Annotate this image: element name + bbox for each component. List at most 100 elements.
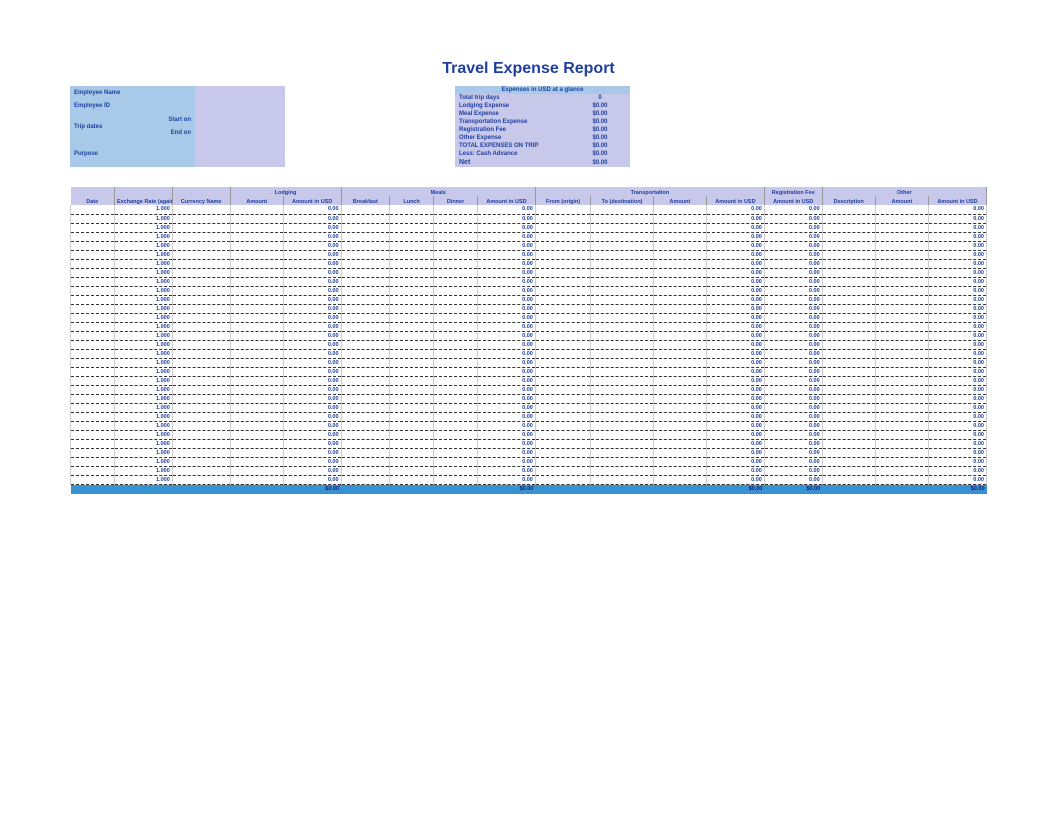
- lunch-cell[interactable]: [390, 394, 434, 403]
- to-cell[interactable]: [591, 457, 653, 466]
- description-cell[interactable]: [822, 250, 875, 259]
- from-cell[interactable]: [535, 250, 591, 259]
- trans-amount-cell[interactable]: [653, 286, 706, 295]
- exchange-rate-cell[interactable]: 1.000: [114, 322, 172, 331]
- description-cell[interactable]: [822, 466, 875, 475]
- from-cell[interactable]: [535, 259, 591, 268]
- lunch-cell[interactable]: [390, 232, 434, 241]
- trans-amount-cell[interactable]: [653, 295, 706, 304]
- to-cell[interactable]: [591, 286, 653, 295]
- to-cell[interactable]: [591, 313, 653, 322]
- other-amount-cell[interactable]: [875, 331, 928, 340]
- to-cell[interactable]: [591, 439, 653, 448]
- to-cell[interactable]: [591, 394, 653, 403]
- lodging-amount-cell[interactable]: [230, 385, 283, 394]
- exchange-rate-cell[interactable]: 1.000: [114, 259, 172, 268]
- dinner-cell[interactable]: [434, 268, 478, 277]
- to-cell[interactable]: [591, 277, 653, 286]
- exchange-rate-cell[interactable]: 1.000: [114, 430, 172, 439]
- lodging-amount-cell[interactable]: [230, 358, 283, 367]
- other-amount-cell[interactable]: [875, 349, 928, 358]
- from-cell[interactable]: [535, 340, 591, 349]
- lodging-amount-cell[interactable]: [230, 340, 283, 349]
- date-cell[interactable]: [71, 205, 115, 214]
- breakfast-cell[interactable]: [341, 466, 390, 475]
- lunch-cell[interactable]: [390, 475, 434, 484]
- date-cell[interactable]: [71, 313, 115, 322]
- trans-amount-cell[interactable]: [653, 403, 706, 412]
- description-cell[interactable]: [822, 214, 875, 223]
- dinner-cell[interactable]: [434, 304, 478, 313]
- description-cell[interactable]: [822, 403, 875, 412]
- other-amount-cell[interactable]: [875, 358, 928, 367]
- dinner-cell[interactable]: [434, 394, 478, 403]
- breakfast-cell[interactable]: [341, 385, 390, 394]
- dinner-cell[interactable]: [434, 448, 478, 457]
- currency-cell[interactable]: [172, 340, 230, 349]
- trans-amount-cell[interactable]: [653, 385, 706, 394]
- currency-cell[interactable]: [172, 313, 230, 322]
- description-cell[interactable]: [822, 205, 875, 214]
- dinner-cell[interactable]: [434, 205, 478, 214]
- date-cell[interactable]: [71, 304, 115, 313]
- to-cell[interactable]: [591, 412, 653, 421]
- exchange-rate-cell[interactable]: 1.000: [114, 223, 172, 232]
- lunch-cell[interactable]: [390, 376, 434, 385]
- to-cell[interactable]: [591, 322, 653, 331]
- to-cell[interactable]: [591, 268, 653, 277]
- from-cell[interactable]: [535, 412, 591, 421]
- currency-cell[interactable]: [172, 394, 230, 403]
- date-cell[interactable]: [71, 430, 115, 439]
- dinner-cell[interactable]: [434, 295, 478, 304]
- currency-cell[interactable]: [172, 250, 230, 259]
- currency-cell[interactable]: [172, 367, 230, 376]
- exchange-rate-cell[interactable]: 1.000: [114, 385, 172, 394]
- exchange-rate-cell[interactable]: 1.000: [114, 376, 172, 385]
- other-amount-cell[interactable]: [875, 385, 928, 394]
- lodging-amount-cell[interactable]: [230, 241, 283, 250]
- from-cell[interactable]: [535, 214, 591, 223]
- description-cell[interactable]: [822, 457, 875, 466]
- currency-cell[interactable]: [172, 439, 230, 448]
- lodging-amount-cell[interactable]: [230, 349, 283, 358]
- other-amount-cell[interactable]: [875, 286, 928, 295]
- trans-amount-cell[interactable]: [653, 421, 706, 430]
- from-cell[interactable]: [535, 439, 591, 448]
- description-cell[interactable]: [822, 421, 875, 430]
- exchange-rate-cell[interactable]: 1.000: [114, 277, 172, 286]
- breakfast-cell[interactable]: [341, 403, 390, 412]
- to-cell[interactable]: [591, 358, 653, 367]
- description-cell[interactable]: [822, 286, 875, 295]
- date-cell[interactable]: [71, 349, 115, 358]
- breakfast-cell[interactable]: [341, 322, 390, 331]
- dinner-cell[interactable]: [434, 259, 478, 268]
- dinner-cell[interactable]: [434, 340, 478, 349]
- lunch-cell[interactable]: [390, 223, 434, 232]
- other-amount-cell[interactable]: [875, 475, 928, 484]
- breakfast-cell[interactable]: [341, 439, 390, 448]
- trans-amount-cell[interactable]: [653, 448, 706, 457]
- from-cell[interactable]: [535, 331, 591, 340]
- lodging-amount-cell[interactable]: [230, 448, 283, 457]
- dinner-cell[interactable]: [434, 439, 478, 448]
- lunch-cell[interactable]: [390, 349, 434, 358]
- trans-amount-cell[interactable]: [653, 223, 706, 232]
- currency-cell[interactable]: [172, 304, 230, 313]
- other-amount-cell[interactable]: [875, 277, 928, 286]
- from-cell[interactable]: [535, 421, 591, 430]
- breakfast-cell[interactable]: [341, 421, 390, 430]
- to-cell[interactable]: [591, 367, 653, 376]
- dinner-cell[interactable]: [434, 466, 478, 475]
- lodging-amount-cell[interactable]: [230, 331, 283, 340]
- lodging-amount-cell[interactable]: [230, 475, 283, 484]
- trans-amount-cell[interactable]: [653, 376, 706, 385]
- date-cell[interactable]: [71, 403, 115, 412]
- date-cell[interactable]: [71, 439, 115, 448]
- start-on-value[interactable]: [195, 113, 285, 127]
- dinner-cell[interactable]: [434, 250, 478, 259]
- to-cell[interactable]: [591, 340, 653, 349]
- to-cell[interactable]: [591, 349, 653, 358]
- exchange-rate-cell[interactable]: 1.000: [114, 232, 172, 241]
- to-cell[interactable]: [591, 421, 653, 430]
- dinner-cell[interactable]: [434, 241, 478, 250]
